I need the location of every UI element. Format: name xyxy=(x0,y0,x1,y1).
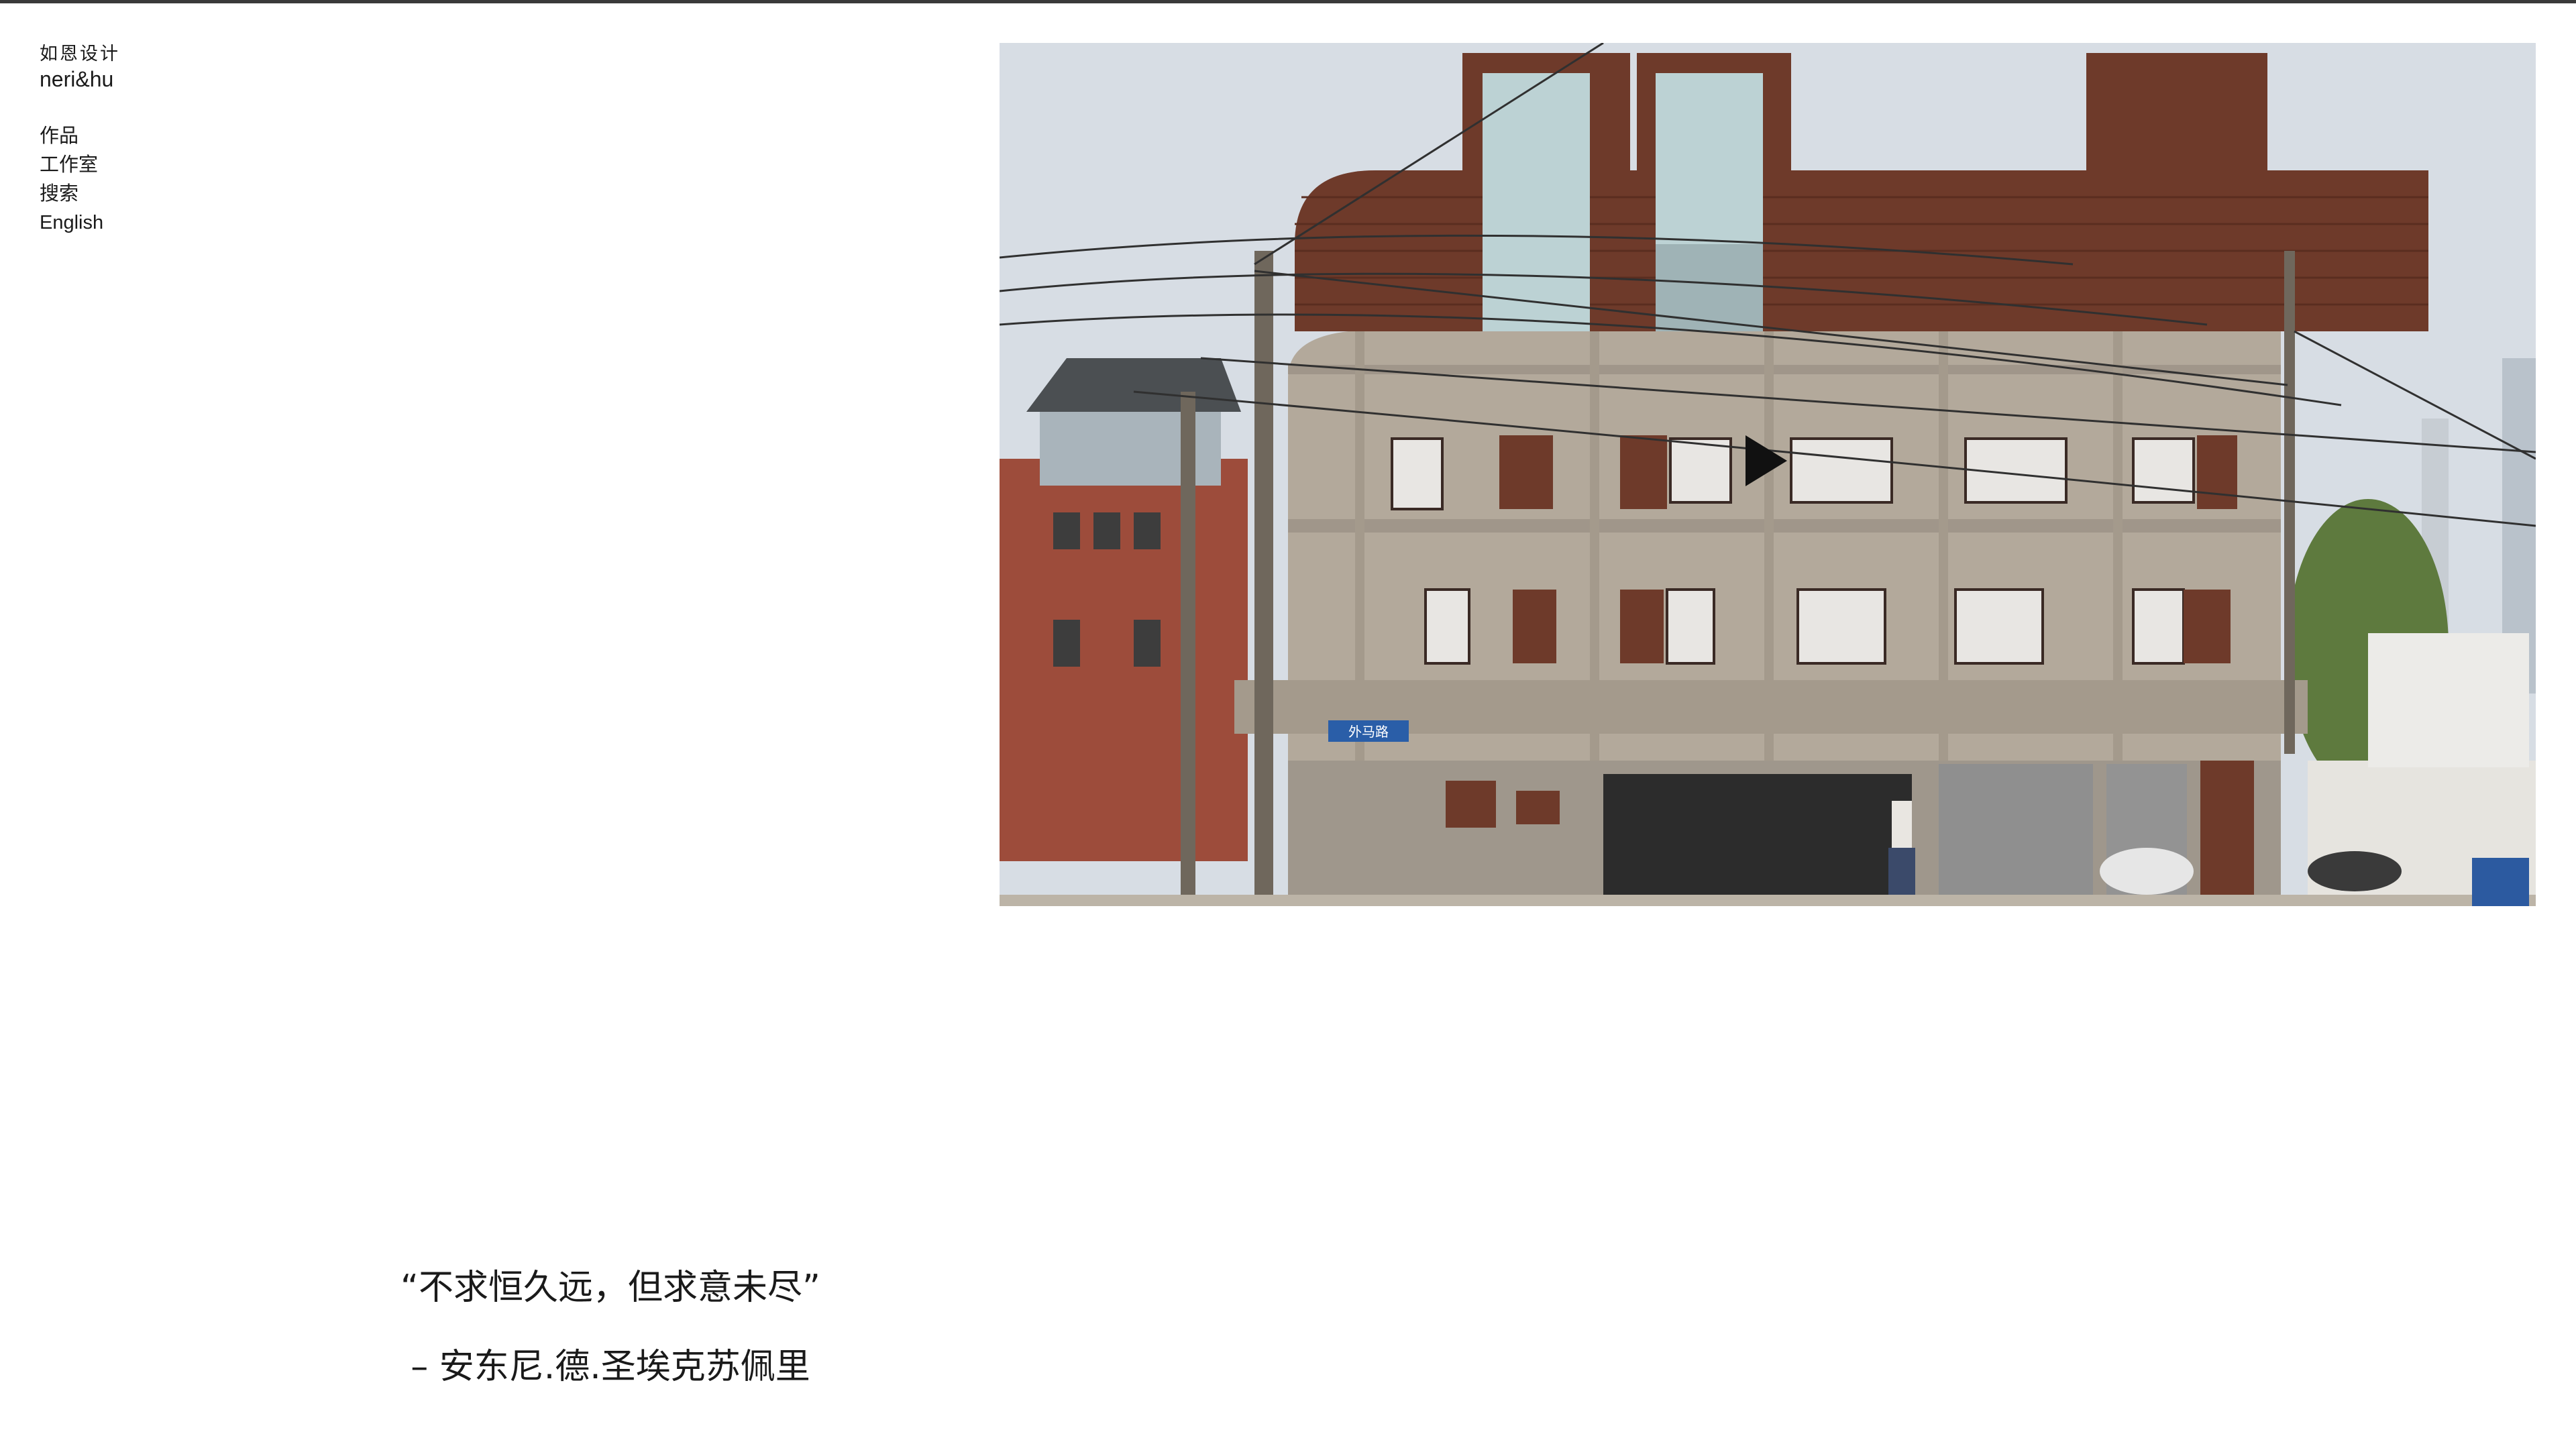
brand-name-english[interactable]: neri&hu xyxy=(40,66,120,93)
quote-text: “不求恒久远，但求意未尽” xyxy=(400,1268,820,1308)
quote-block: “不求恒久远，但求意未尽” – 安东尼.德.圣埃克苏佩里 xyxy=(376,1261,845,1394)
nav-item-search[interactable]: 搜索 xyxy=(40,180,103,209)
top-border xyxy=(0,0,2576,3)
nav-item-english[interactable]: English xyxy=(40,209,103,237)
play-icon[interactable] xyxy=(1746,435,1787,486)
nav-item-works[interactable]: 作品 xyxy=(40,122,103,151)
main-nav: 作品 工作室 搜索 English xyxy=(40,122,103,237)
hero-video-player[interactable]: 外马路 xyxy=(1000,43,2536,906)
quote-author: – 安东尼.德.圣埃克苏佩里 xyxy=(411,1347,810,1387)
street-sign-text: 外马路 xyxy=(1348,724,1389,740)
brand-logo[interactable]: 如恩设计 neri&hu xyxy=(40,42,120,93)
brand-name-chinese[interactable]: 如恩设计 xyxy=(40,42,120,66)
nav-item-studio[interactable]: 工作室 xyxy=(40,151,103,180)
